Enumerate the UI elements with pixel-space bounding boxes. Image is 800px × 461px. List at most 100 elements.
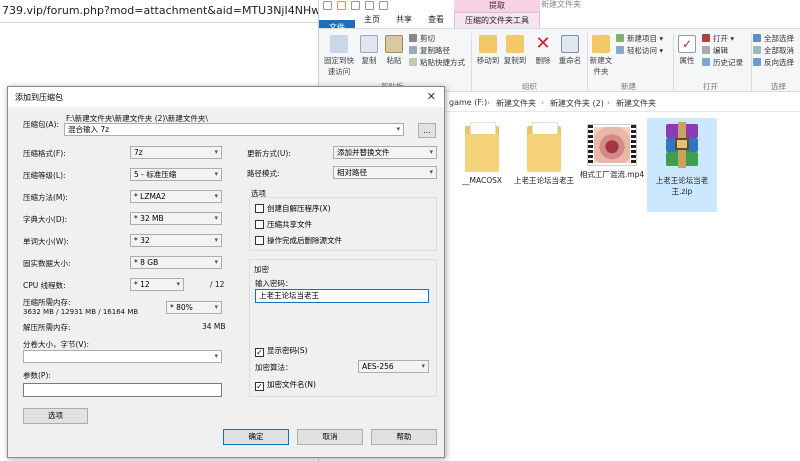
chevron-down-icon: ▾ (214, 192, 218, 200)
split-combo[interactable]: ▾ (23, 350, 222, 363)
chevron-down-icon: ▾ (214, 258, 218, 266)
level-select[interactable]: 5 - 标准压缩 ▾ (130, 168, 222, 181)
history-icon (702, 58, 710, 66)
select-all-button[interactable]: 全部选择 (753, 33, 794, 44)
dict-select[interactable]: * 32 MB ▾ (130, 212, 222, 225)
history-button[interactable]: 历史记录 (702, 57, 743, 68)
params-input[interactable] (23, 383, 222, 397)
chevron-right-icon: › (541, 98, 545, 107)
enc-method-select[interactable]: AES-256 ▾ (358, 360, 429, 373)
dialog-title-bar: 添加到压缩包 ✕ (8, 87, 444, 107)
shared-files-checkbox[interactable]: 压缩共享文件 (255, 219, 312, 230)
browser-url[interactable]: 739.vip/forum.php?mod=attachment&aid=MTU… (2, 4, 320, 17)
cpu-label: CPU 线程数: (23, 281, 66, 290)
method-select[interactable]: * LZMA2 ▾ (130, 190, 222, 203)
archive-name-combo[interactable]: 混合输入 7z ▾ (64, 123, 404, 136)
show-password-checkbox[interactable]: ✓ 显示密码(S) (255, 345, 308, 357)
copy-button[interactable]: 复制 (357, 35, 381, 66)
copy-path-button[interactable]: 复制路径 (409, 45, 450, 56)
level-label: 压缩等级(L): (23, 171, 66, 180)
pin-quick-access-button[interactable]: 固定到快速访问 (321, 35, 357, 77)
cancel-button[interactable]: 取消 (297, 429, 363, 445)
winrar-archive-icon (660, 120, 704, 172)
copy-to-button[interactable]: 复制到 (502, 35, 528, 66)
chevron-down-icon: ▾ (214, 214, 218, 222)
sfx-checkbox[interactable]: 创建自解压程序(X) (255, 203, 331, 214)
paste-icon (385, 35, 403, 53)
video-thumbnail (587, 124, 637, 166)
word-select[interactable]: * 32 ▾ (130, 234, 222, 247)
chevron-down-icon: ▾ (429, 168, 433, 176)
file-item-video[interactable]: 相式工厂混流.mp4 (577, 120, 647, 180)
checkbox-box (255, 204, 264, 213)
delete-after-checkbox[interactable]: 操作完成后删除源文件 (255, 235, 342, 246)
properties-icon[interactable] (323, 1, 332, 10)
breadcrumb-folder-2[interactable]: 新建文件夹 (2) (550, 98, 604, 109)
tab-home[interactable]: 主页 (357, 12, 387, 28)
edit-button[interactable]: 编辑 (702, 45, 728, 56)
group-new-label: 新建 (621, 82, 636, 91)
browse-button[interactable]: ... (418, 123, 436, 138)
move-folder-icon (479, 35, 497, 53)
select-all-icon (753, 34, 761, 42)
tab-share[interactable]: 共享 (389, 12, 419, 28)
checkbox-box (255, 220, 264, 229)
tab-compressed-folder-tools[interactable]: 压缩的文件夹工具 (454, 12, 540, 28)
update-label: 更新方式(U): (247, 149, 291, 158)
group-select-label: 选择 (771, 82, 786, 91)
properties-button[interactable]: ✓ 属性 (675, 35, 699, 66)
folder-icon[interactable] (337, 1, 346, 10)
breadcrumb-drive[interactable]: game (F:) (449, 98, 487, 107)
paste-shortcut-button[interactable]: 粘贴快捷方式 (409, 57, 465, 68)
file-item-folder[interactable]: 上老王论坛当老王 (509, 120, 579, 186)
delete-button[interactable]: ✕ 删除 (531, 35, 555, 66)
checkbox-check-icon: ✓ (255, 348, 264, 357)
help-button[interactable]: 帮助 (371, 429, 437, 445)
close-icon[interactable]: ✕ (427, 90, 436, 103)
check-icon[interactable] (351, 1, 360, 10)
update-select[interactable]: 添加并替换文件 ▾ (333, 146, 437, 159)
path-label: 路径模式: (247, 169, 280, 178)
mem-comp-label: 压缩所需内存: (23, 298, 71, 307)
easy-access-icon (616, 46, 624, 54)
archive-label: 压缩包(A): (23, 120, 60, 129)
ok-button[interactable]: 确定 (223, 429, 289, 445)
mem-usage-select[interactable]: * 80% ▾ (166, 301, 222, 314)
new-folder-button[interactable]: 新建文件夹 (589, 35, 613, 77)
path-select[interactable]: 相对路径 ▾ (333, 166, 437, 179)
password-label: 输入密码： (255, 279, 293, 288)
invert-selection-button[interactable]: 反向选择 (753, 57, 794, 68)
dict-label: 字典大小(D): (23, 215, 68, 224)
password-input[interactable]: 上老王论坛当老王 (255, 289, 429, 303)
browser-address-bar[interactable]: 739.vip/forum.php?mod=attachment&aid=MTU… (0, 0, 320, 22)
chevron-down-icon: ▾ (214, 352, 218, 360)
tab-view[interactable]: 查看 (421, 12, 451, 28)
new-item-button[interactable]: 新建项目 ▾ (616, 33, 663, 44)
redo-icon[interactable] (379, 1, 388, 10)
breadcrumb-folder-3[interactable]: 新建文件夹 (616, 98, 656, 109)
chevron-down-icon: ▾ (176, 280, 180, 288)
extract-context-label: 提取 (454, 0, 540, 12)
rename-button[interactable]: 重命名 (557, 35, 583, 66)
paste-button[interactable]: 粘贴 (382, 35, 406, 66)
file-item-zip[interactable]: 上老王论坛当老王.zip (647, 118, 717, 212)
format-select[interactable]: 7z ▾ (130, 146, 222, 159)
select-none-button[interactable]: 全部取消 (753, 45, 794, 56)
chevron-down-icon: ▾ (214, 170, 218, 178)
folder-icon (523, 120, 565, 172)
cpu-select[interactable]: * 12 ▾ (130, 278, 184, 291)
chevron-down-icon: ▾ (214, 236, 218, 244)
easy-access-button[interactable]: 轻松访问 ▾ (616, 45, 663, 56)
solid-select[interactable]: * 8 GB ▾ (130, 256, 222, 269)
move-to-button[interactable]: 移动到 (475, 35, 501, 66)
cut-button[interactable]: 剪切 (409, 33, 435, 44)
breadcrumb-folder-1[interactable]: 新建文件夹 (496, 98, 536, 109)
scissors-icon (409, 34, 417, 42)
file-item-macosx[interactable]: __MACOSX (447, 120, 517, 186)
options-button[interactable]: 选项 (23, 408, 88, 424)
group-open-label: 打开 (703, 82, 718, 91)
undo-icon[interactable] (365, 1, 374, 10)
open-button[interactable]: 打开 ▾ (702, 33, 734, 44)
encrypt-names-checkbox[interactable]: ✓ 加密文件名(N) (255, 379, 316, 391)
format-label: 压缩格式(F): (23, 149, 66, 158)
